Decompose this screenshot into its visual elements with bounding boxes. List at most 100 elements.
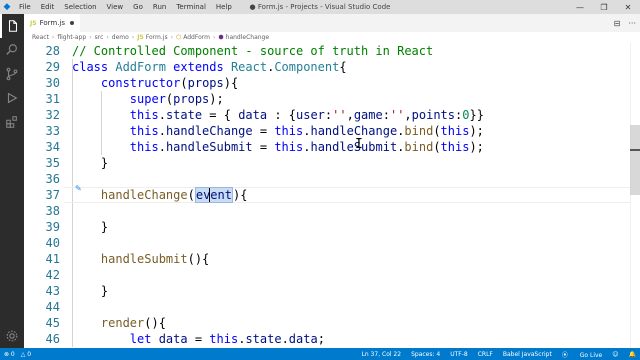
line-number: 44 <box>45 300 60 314</box>
menu-item-go[interactable]: Go <box>128 3 148 11</box>
code-line: 34 this.handleSubmit = this.handleSubmit… <box>24 139 630 155</box>
code-text: this.state = { data : {user:'',game:'',p… <box>72 107 484 123</box>
line-number: 33 <box>45 124 60 138</box>
code-token: constructor <box>100 76 181 90</box>
code-token: this <box>129 124 159 138</box>
vertical-scrollbar[interactable] <box>630 43 640 348</box>
code-token: handleSubmit <box>310 140 398 154</box>
code-text: handleChange(event){ <box>72 187 247 203</box>
menu-item-terminal[interactable]: Terminal <box>171 3 211 11</box>
search-icon[interactable] <box>0 38 24 62</box>
breadcrumb-item-class[interactable]: AddForm <box>183 34 210 41</box>
code-text: this.handleChange = this.handleChange.bi… <box>72 123 484 139</box>
files-icon[interactable] <box>0 14 24 38</box>
more-actions-icon[interactable]: ··· <box>628 19 636 28</box>
code-token: super <box>129 92 166 106</box>
code-line: 43 } <box>24 283 630 299</box>
lightbulb-icon[interactable]: ✎ <box>75 184 82 193</box>
class-symbol-icon: ⬡ <box>176 34 182 41</box>
code-token: ); <box>209 92 224 106</box>
code-token: ); <box>469 124 484 138</box>
editor-actions: ⊟ ··· <box>606 14 636 32</box>
unsaved-dot-icon[interactable] <box>70 21 74 25</box>
menu-item-view[interactable]: View <box>102 3 129 11</box>
code-text: // Controlled Component - source of trut… <box>72 43 433 59</box>
code-token: // Controlled Component - source of trut… <box>72 44 434 58</box>
code-token: : { <box>267 108 296 122</box>
code-token: let <box>129 332 159 346</box>
indentation[interactable]: Spaces: 4 <box>411 351 440 358</box>
code-editor[interactable]: 28 // Controlled Component - source of tr… <box>24 43 640 348</box>
code-token: props <box>187 76 224 90</box>
code-token: handleChange <box>310 124 398 138</box>
menu-item-run[interactable]: Run <box>148 3 171 11</box>
run-debug-icon[interactable] <box>0 86 24 110</box>
code-token: this <box>209 332 239 346</box>
feedback-icon[interactable]: ☺ <box>612 351 618 358</box>
code-text: } <box>72 155 108 171</box>
code-token: ); <box>469 140 484 154</box>
minimize-button[interactable]: — <box>568 0 592 14</box>
code-token: (){ <box>187 252 210 266</box>
go-live-button[interactable]: ⦿ Go Live <box>562 350 602 359</box>
restore-button[interactable]: ❐ <box>592 0 616 14</box>
settings-gear-icon[interactable] <box>0 324 24 348</box>
breadcrumb-item-demo[interactable]: demo <box>112 34 129 41</box>
code-line: 35 } <box>24 155 630 171</box>
code-token: this <box>129 108 159 122</box>
code-token: bind <box>404 140 434 154</box>
tab-form-js[interactable]: JS Form.js <box>24 14 80 32</box>
javascript-file-icon: JS <box>30 19 37 27</box>
language-mode[interactable]: Babel JavaScript <box>503 351 552 358</box>
code-token: state <box>165 108 203 122</box>
code-line: 31 super(props); <box>24 91 630 107</box>
breadcrumb-item-file[interactable]: Form.js <box>146 34 168 41</box>
breadcrumb-item-src[interactable]: src <box>95 34 104 41</box>
close-button[interactable]: ✕ <box>616 0 640 14</box>
code-token: data <box>158 332 188 346</box>
code-token: }} <box>469 108 484 122</box>
encoding[interactable]: UTF-8 <box>450 351 468 358</box>
window-controls: — ❐ ✕ <box>568 0 640 14</box>
code-token: ){ <box>232 188 248 202</box>
breadcrumb-item-method[interactable]: handleChange <box>226 34 269 41</box>
mouse-ibeam-icon: I <box>355 137 363 152</box>
code-token: ; <box>317 332 325 346</box>
notifications-icon[interactable]: 🔔 <box>629 351 636 358</box>
line-endings[interactable]: CRLF <box>478 351 493 358</box>
menu-item-help[interactable]: Help <box>211 3 237 11</box>
breadcrumb-item-react[interactable]: React <box>32 34 49 41</box>
menu-item-edit[interactable]: Edit <box>36 3 60 11</box>
code-token: points <box>411 108 456 122</box>
text-cursor <box>209 188 210 202</box>
breadcrumb-item-flight-app[interactable]: flight-app <box>57 34 86 41</box>
line-number: 34 <box>45 140 60 154</box>
source-control-icon[interactable] <box>0 62 24 86</box>
line-number: 36 <box>45 172 60 186</box>
code-token: handleChange <box>165 124 253 138</box>
code-text: render(){ <box>72 315 166 331</box>
line-number: 28 <box>45 44 60 58</box>
split-editor-icon[interactable]: ⊟ <box>614 19 621 28</box>
code-token: = { <box>202 108 239 122</box>
code-token: . <box>158 108 166 122</box>
menu-item-selection[interactable]: Selection <box>59 3 101 11</box>
code-token: '' <box>332 108 347 122</box>
extensions-icon[interactable] <box>0 110 24 134</box>
cursor-position[interactable]: Ln 37, Col 22 <box>362 351 402 358</box>
line-number: 30 <box>45 76 60 90</box>
errors-count[interactable]: ⊗ 0 <box>4 351 15 358</box>
code-line: 33 this.handleChange = this.handleChange… <box>24 123 630 139</box>
code-token: bind <box>404 124 434 138</box>
code-line: 38 <box>24 203 630 219</box>
scrollbar-thumb[interactable] <box>630 125 640 195</box>
line-number: 46 <box>45 332 60 346</box>
code-token: . <box>158 124 166 138</box>
menu-item-file[interactable]: File <box>14 3 36 11</box>
line-number: 39 <box>45 220 60 234</box>
warnings-count[interactable]: △ 0 <box>21 351 31 358</box>
